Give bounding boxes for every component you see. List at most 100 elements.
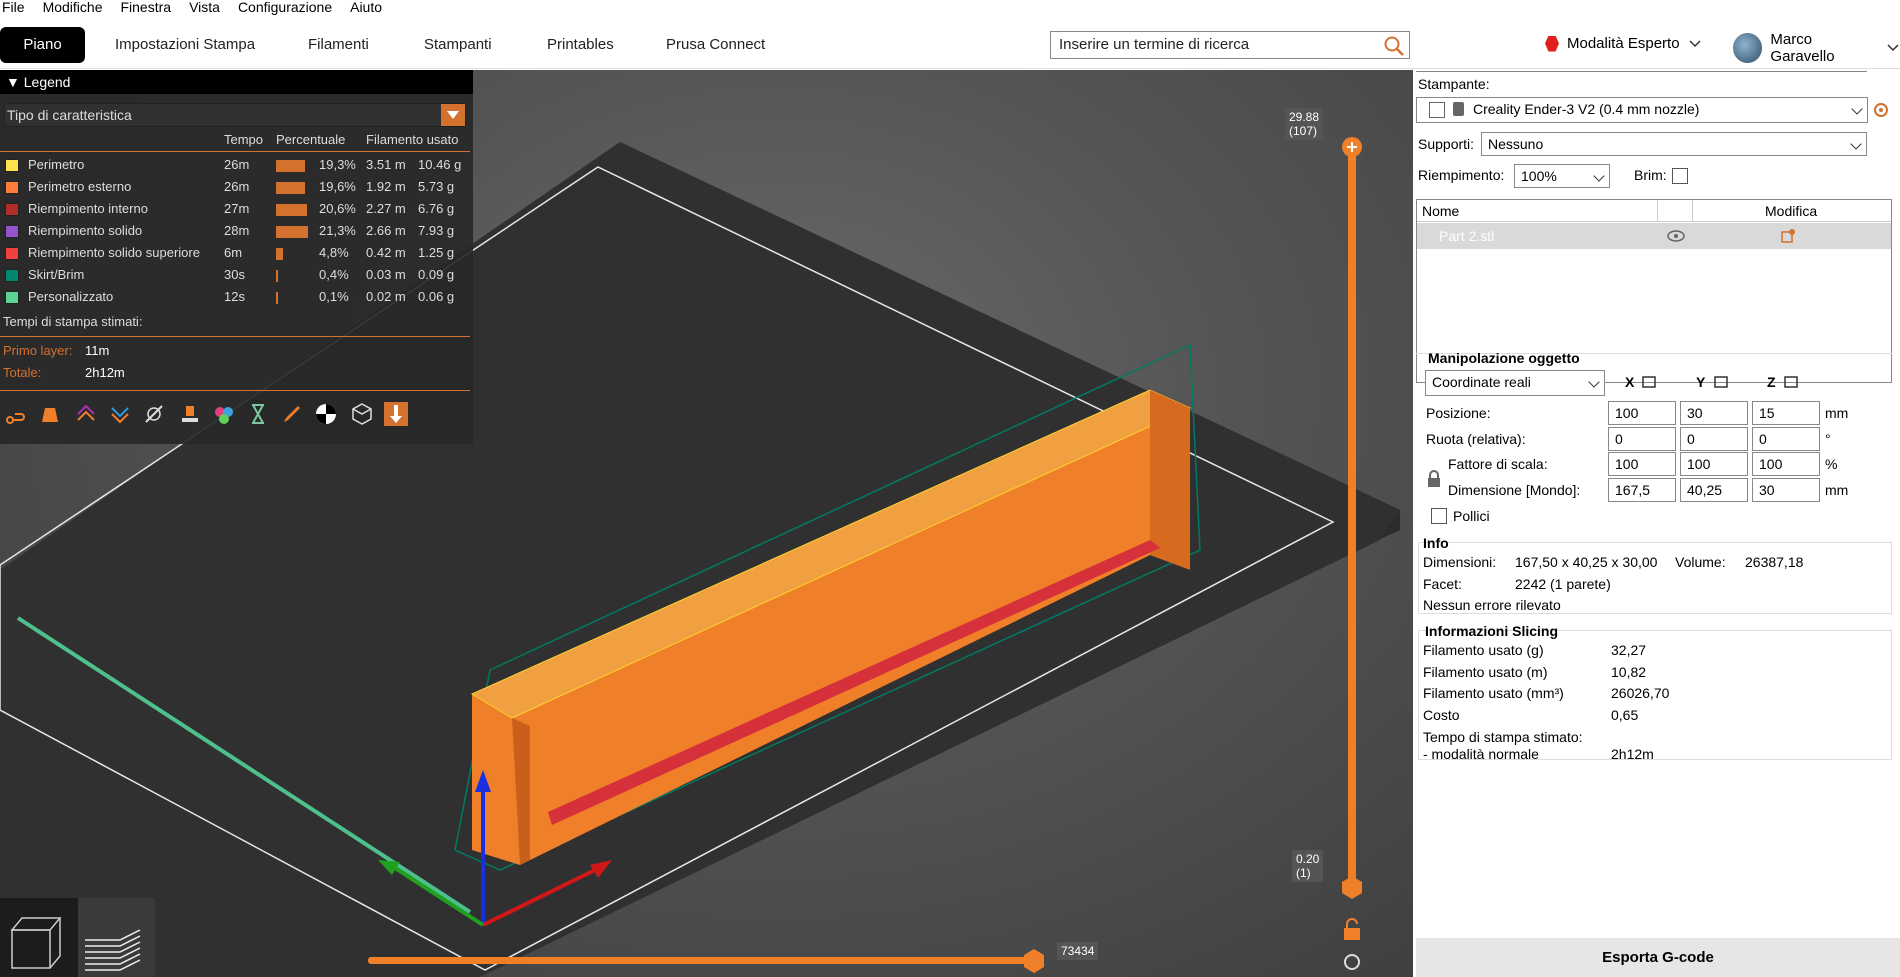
position-z-input[interactable]: 15 bbox=[1752, 401, 1820, 425]
search-placeholder: Inserire un termine di ricerca bbox=[1059, 36, 1250, 53]
normal-mode-label: - modalità normale bbox=[1423, 746, 1539, 762]
coordinate-select[interactable]: Coordinate reali bbox=[1425, 370, 1605, 396]
legend-row[interactable]: Perimetro esterno 26m 19,6% 1.92 m 5.73 g bbox=[0, 176, 470, 198]
menu-bar: File Modifiche Finestra Vista Configuraz… bbox=[0, 0, 1900, 17]
object-row[interactable]: Part 2.stl bbox=[1417, 223, 1891, 249]
retractions-icon[interactable] bbox=[74, 402, 98, 426]
legend-row-time: 26m bbox=[224, 157, 250, 172]
move-slider-value: 73434 bbox=[1057, 942, 1099, 960]
scale-x-input[interactable]: 100 bbox=[1608, 452, 1676, 476]
tab-print-settings[interactable]: Impostazioni Stampa bbox=[93, 27, 277, 63]
legend-swatch bbox=[5, 203, 19, 216]
brim-checkbox[interactable] bbox=[1672, 168, 1688, 184]
legend-row[interactable]: Perimetro 26m 19,3% 3.51 m 10.46 g bbox=[0, 154, 470, 176]
printer-value: Creality Ender-3 V2 (0.4 mm nozzle) bbox=[1473, 101, 1700, 117]
user-menu[interactable]: Marco Garavello bbox=[1733, 31, 1900, 65]
deretractions-icon[interactable] bbox=[108, 402, 132, 426]
mode-selector[interactable]: Modalità Esperto bbox=[1545, 35, 1702, 52]
menu-view[interactable]: Vista bbox=[189, 0, 220, 17]
tab-printables[interactable]: Printables bbox=[525, 27, 636, 63]
legend-row[interactable]: Riempimento solido 28m 21,3% 2.66 m 7.93 g bbox=[0, 220, 470, 242]
chevron-down-icon bbox=[1588, 376, 1600, 388]
rotate-x-input[interactable]: 0 bbox=[1608, 427, 1676, 451]
view-preview-button[interactable] bbox=[78, 898, 155, 977]
menu-help[interactable]: Aiuto bbox=[350, 0, 382, 17]
size-y-input[interactable]: 40,25 bbox=[1680, 478, 1748, 502]
size-label: Dimensione [Mondo]: bbox=[1448, 482, 1581, 498]
tab-printers[interactable]: Stampanti bbox=[402, 27, 514, 63]
view-3d-button[interactable] bbox=[0, 898, 78, 977]
legend-row-name: Perimetro bbox=[28, 157, 85, 172]
legend-header[interactable]: ▼ Legend bbox=[0, 70, 473, 94]
drop-to-bed-icon[interactable] bbox=[1713, 375, 1729, 389]
size-x-input[interactable]: 167,5 bbox=[1608, 478, 1676, 502]
volume-label: Volume: bbox=[1675, 554, 1726, 570]
size-unit: mm bbox=[1825, 482, 1849, 498]
travel-icon[interactable] bbox=[4, 402, 28, 426]
avatar bbox=[1733, 33, 1763, 63]
layer-top-label: 29.88 (107) bbox=[1285, 108, 1324, 140]
scale-y-input[interactable]: 100 bbox=[1680, 452, 1748, 476]
legend-row-percent: 4,8% bbox=[319, 245, 349, 260]
chevron-down-icon bbox=[1593, 170, 1605, 182]
scale-z-input[interactable]: 100 bbox=[1752, 452, 1820, 476]
legend-row[interactable]: Skirt/Brim 30s 0,4% 0.03 m 0.09 g bbox=[0, 264, 470, 286]
filament-mm3-value: 26026,70 bbox=[1611, 685, 1670, 701]
menu-window[interactable]: Finestra bbox=[120, 0, 171, 17]
inches-checkbox[interactable] bbox=[1431, 508, 1447, 524]
eye-icon[interactable] bbox=[1667, 230, 1685, 242]
color-changes-icon[interactable] bbox=[212, 402, 236, 426]
legend-row-weight: 5.73 g bbox=[418, 179, 455, 194]
position-unit: mm bbox=[1825, 405, 1849, 421]
search-input[interactable]: Inserire un termine di ricerca bbox=[1050, 31, 1410, 59]
tab-plater[interactable]: Piano bbox=[0, 27, 85, 63]
edit-icon[interactable] bbox=[1780, 228, 1796, 244]
custom-gcodes-icon[interactable] bbox=[280, 402, 304, 426]
rotate-z-input[interactable]: 0 bbox=[1752, 427, 1820, 451]
legend-row[interactable]: Personalizzato 12s 0,1% 0.02 m 0.06 g bbox=[0, 286, 470, 308]
legend-row-weight: 7.93 g bbox=[418, 223, 455, 238]
tool-changes-icon[interactable] bbox=[178, 402, 202, 426]
col-percent: Percentuale bbox=[276, 132, 346, 147]
col-filament: Filamento usato bbox=[366, 132, 459, 147]
feature-type-select[interactable]: Tipo di caratteristica bbox=[4, 103, 466, 127]
rotate-y-input[interactable]: 0 bbox=[1680, 427, 1748, 451]
legend-percent-bar bbox=[276, 226, 308, 238]
tab-filaments[interactable]: Filamenti bbox=[286, 27, 391, 63]
position-x-input[interactable]: 100 bbox=[1608, 401, 1676, 425]
supports-select[interactable]: Nessuno bbox=[1481, 132, 1867, 156]
infill-select[interactable]: 100% bbox=[1514, 164, 1610, 188]
legend-row[interactable]: Riempimento interno 27m 20,6% 2.27 m 6.76 g bbox=[0, 198, 470, 220]
legend-row-percent: 0,1% bbox=[319, 289, 349, 304]
filament-m-value: 10,82 bbox=[1611, 664, 1647, 680]
menu-configuration[interactable]: Configurazione bbox=[238, 0, 332, 17]
legend-row-time: 28m bbox=[224, 223, 250, 238]
top-toolbar: Piano Impostazioni Stampa Filamenti Stam… bbox=[0, 17, 1900, 69]
drop-to-bed-icon[interactable] bbox=[1641, 375, 1657, 389]
legend-swatch bbox=[5, 181, 19, 194]
wipe-icon[interactable] bbox=[38, 402, 62, 426]
legend-percent-bar bbox=[276, 270, 278, 282]
drop-to-bed-icon[interactable] bbox=[1783, 375, 1799, 389]
menu-file[interactable]: File bbox=[2, 0, 25, 17]
scale-lock-icon[interactable] bbox=[1426, 470, 1442, 488]
seams-icon[interactable] bbox=[142, 402, 166, 426]
printer-icon bbox=[1429, 102, 1445, 118]
printer-select[interactable]: Creality Ender-3 V2 (0.4 mm nozzle) bbox=[1416, 97, 1868, 123]
pause-prints-icon[interactable] bbox=[246, 402, 270, 426]
center-of-gravity-icon[interactable] bbox=[314, 402, 338, 426]
position-label: Posizione: bbox=[1426, 405, 1491, 421]
menu-edit[interactable]: Modifiche bbox=[43, 0, 103, 17]
legend-row-name: Perimetro esterno bbox=[28, 179, 132, 194]
legend-row[interactable]: Riempimento solido superiore 6m 4,8% 0.42 m… bbox=[0, 242, 470, 264]
position-y-input[interactable]: 30 bbox=[1680, 401, 1748, 425]
move-slider-handle bbox=[1024, 949, 1044, 973]
gear-icon[interactable] bbox=[1871, 100, 1891, 120]
export-gcode-button[interactable]: Esporta G-code bbox=[1416, 938, 1900, 977]
shells-icon[interactable] bbox=[350, 402, 374, 426]
size-z-input[interactable]: 30 bbox=[1752, 478, 1820, 502]
legend-row-length: 1.92 m bbox=[366, 179, 406, 194]
search-icon[interactable] bbox=[1383, 35, 1405, 57]
tool-marker-icon[interactable] bbox=[384, 402, 408, 426]
tab-prusa-connect[interactable]: Prusa Connect bbox=[644, 27, 787, 63]
